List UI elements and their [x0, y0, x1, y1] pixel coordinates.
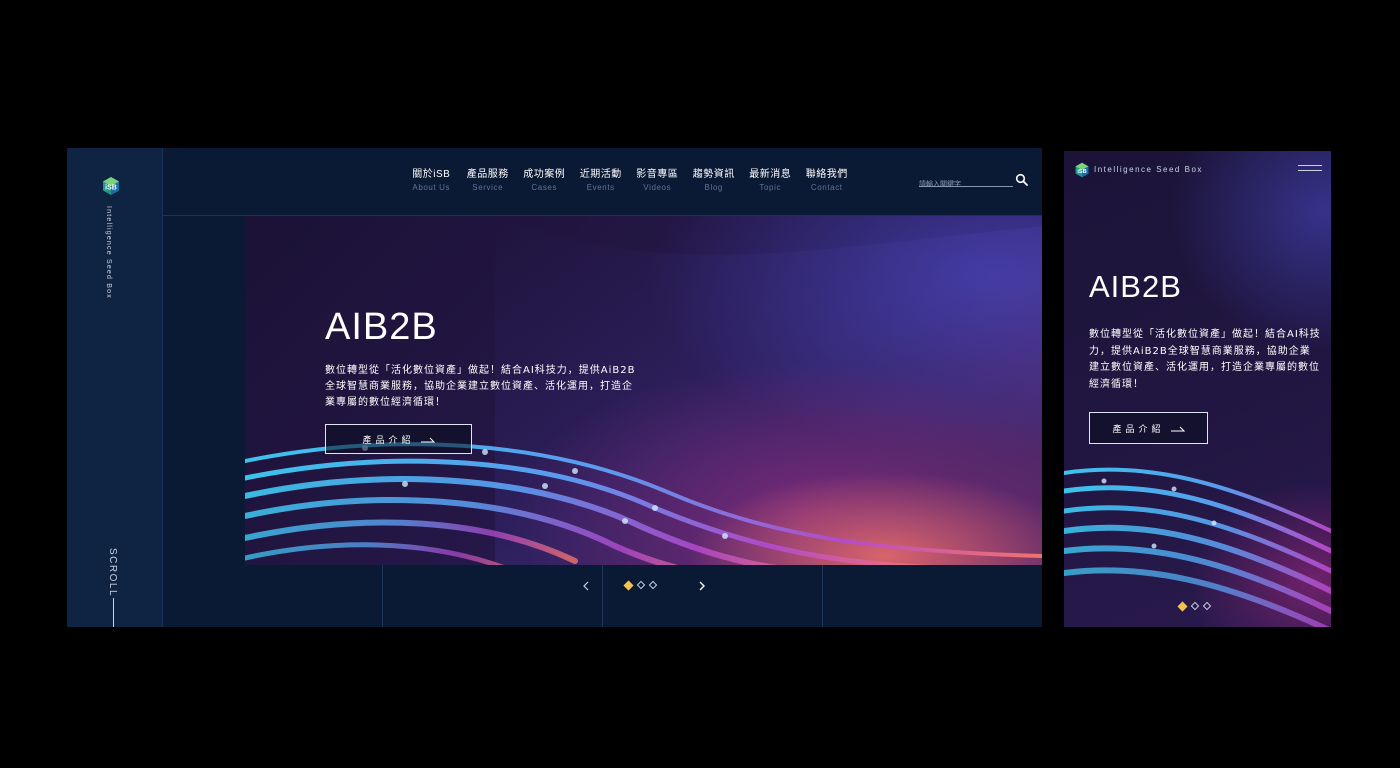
nav-label-en: Videos: [643, 183, 672, 192]
nav-item-service[interactable]: 產品服務 Service: [460, 168, 517, 193]
product-intro-label: 產品介紹: [1112, 424, 1165, 435]
hero-banner: AIB2B 數位轉型從「活化數位資產」做起！結合AI科技力，提供AiB2B全球智…: [245, 216, 1042, 565]
nav-item-blog[interactable]: 趨勢資訊 Blog: [686, 168, 743, 193]
arrow-right-icon: [1170, 425, 1185, 432]
product-intro-button[interactable]: 產品介紹: [1089, 412, 1208, 444]
hero-title: AIB2B: [325, 306, 438, 348]
vertical-brand-name: Intelligence Seed Box: [105, 206, 112, 299]
isb-logo[interactable]: iSB: [1074, 162, 1090, 178]
column-divider: [382, 565, 383, 627]
scroll-line: [113, 598, 114, 627]
search-input[interactable]: [919, 178, 1011, 191]
nav-label-zh: 關於iSB: [412, 169, 451, 180]
slide-indicator: [623, 580, 658, 591]
header: 關於iSB About Us 產品服務 Service 成功案例 Cases 近…: [163, 148, 1042, 216]
nav-item-about[interactable]: 關於iSB About Us: [403, 168, 460, 193]
chevron-right-icon[interactable]: [695, 579, 709, 593]
hamburger-menu-icon[interactable]: [1298, 163, 1322, 173]
product-intro-label: 產品介紹: [362, 435, 415, 446]
nav-label-en: Cases: [531, 183, 558, 192]
slide-dot-3[interactable]: [1202, 601, 1212, 611]
nav-item-videos[interactable]: 影音專區 Videos: [629, 168, 686, 193]
isb-logo[interactable]: iSB: [101, 176, 121, 196]
slide-dot-1[interactable]: [1177, 601, 1188, 612]
search-icon[interactable]: [1015, 173, 1029, 187]
nav-item-contact[interactable]: 聯絡我們 Contact: [799, 168, 856, 193]
nav-label-zh: 聯絡我們: [805, 169, 848, 180]
chevron-left-icon[interactable]: [579, 579, 593, 593]
column-divider: [602, 565, 603, 627]
svg-text:iSB: iSB: [105, 185, 117, 192]
brand-name: Intelligence Seed Box: [1094, 165, 1203, 174]
mobile-mockup: iSB Intelligence Seed Box AIB2B 數位轉型從「活化…: [1064, 151, 1331, 627]
nav-label-en: Events: [586, 183, 615, 192]
slide-indicator: [1177, 601, 1212, 612]
svg-text:iSB: iSB: [1077, 169, 1086, 175]
nav-label-en: About Us: [412, 183, 451, 192]
slide-dot-1[interactable]: [623, 580, 634, 591]
nav-label-zh: 最新消息: [749, 169, 792, 180]
nav-item-events[interactable]: 近期活動 Events: [573, 168, 630, 193]
hero-title: AIB2B: [1089, 269, 1182, 304]
nav-label-zh: 趨勢資訊: [692, 169, 735, 180]
nav-label-en: Contact: [810, 183, 843, 192]
nav-label-zh: 產品服務: [466, 169, 509, 180]
nav-item-topic[interactable]: 最新消息 Topic: [742, 168, 799, 193]
hero-description: 數位轉型從「活化數位資產」做起！結合AI科技力，提供AiB2B全球智慧商業服務，…: [1089, 329, 1321, 390]
product-intro-button[interactable]: 產品介紹: [325, 424, 472, 454]
slide-dot-3[interactable]: [648, 580, 658, 590]
column-divider: [822, 565, 823, 627]
sidebar: iSB Intelligence Seed Box SCROLL: [67, 148, 163, 627]
slide-dot-2[interactable]: [1190, 601, 1200, 611]
nav-label-zh: 近期活動: [579, 169, 622, 180]
search-field: [919, 173, 1013, 191]
main-nav: 關於iSB About Us 產品服務 Service 成功案例 Cases 近…: [403, 168, 855, 193]
hero-description: 數位轉型從「活化數位資產」做起！結合AI科技力，提供AiB2B全球智慧商業服務，…: [325, 365, 636, 408]
slider-controls: [163, 565, 1042, 627]
arrow-right-icon: [420, 436, 435, 443]
nav-label-zh: 成功案例: [523, 169, 566, 180]
slide-dot-2[interactable]: [636, 580, 646, 590]
nav-label-en: Service: [472, 183, 504, 192]
desktop-mockup: iSB Intelligence Seed Box SCROLL 關於iSB A…: [67, 148, 1042, 627]
nav-label-zh: 影音專區: [636, 169, 679, 180]
nav-item-cases[interactable]: 成功案例 Cases: [516, 168, 573, 193]
nav-label-en: Topic: [759, 183, 782, 192]
scroll-label: SCROLL: [107, 548, 118, 598]
nav-label-en: Blog: [704, 183, 723, 192]
